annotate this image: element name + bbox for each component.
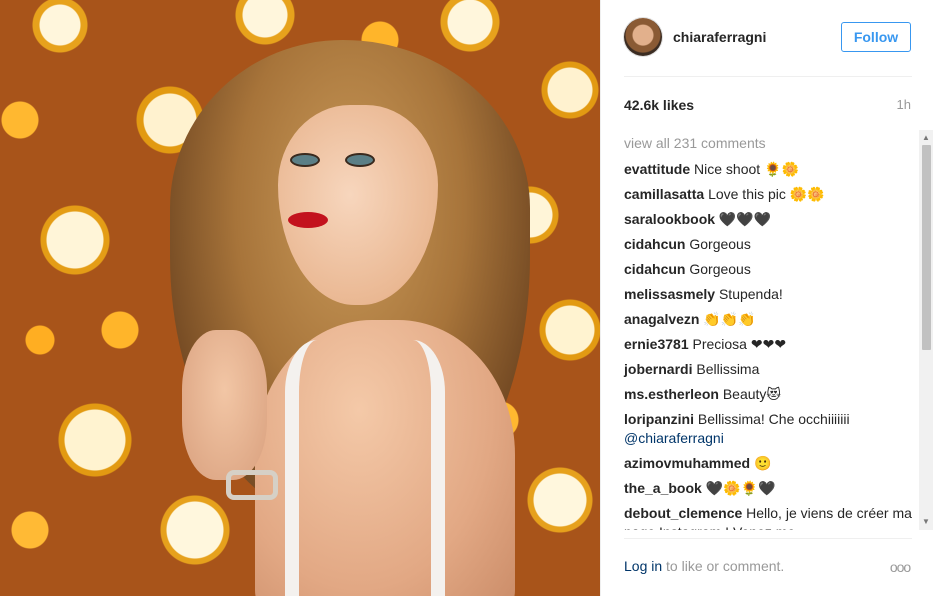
post-photo: [0, 0, 600, 596]
comment-text: 🙂: [753, 455, 772, 471]
comment-item: cidahcun Gorgeous: [624, 235, 914, 254]
post-timestamp[interactable]: 1h: [897, 97, 911, 112]
comment-mention-link[interactable]: @chiaraferragni: [624, 430, 724, 446]
comment-item: cidahcun Gorgeous: [624, 260, 914, 279]
comment-text: Bellissima: [696, 361, 760, 377]
header-divider: [624, 76, 912, 77]
photo-hand: [182, 330, 267, 480]
comment-item: anagalvezn 👏👏👏: [624, 310, 914, 329]
comment-text: Beauty😻: [722, 386, 782, 402]
comment-text: Nice shoot 🌻🌼: [694, 161, 799, 177]
comment-item: camillasatta Love this pic 🌼🌼: [624, 185, 914, 204]
photo-dress: [285, 340, 445, 596]
comment-text: Love this pic 🌼🌼: [708, 186, 825, 202]
comment-item: ms.estherleon Beauty😻: [624, 385, 914, 404]
photo-eye-right: [345, 153, 375, 167]
comment-item: ernie3781 Preciosa ❤❤❤: [624, 335, 914, 354]
comment-author[interactable]: saralookbook: [624, 211, 715, 227]
comment-author[interactable]: azimovmuhammed: [624, 455, 750, 471]
post-header: chiaraferragni Follow: [601, 0, 933, 76]
comment-text: Bellissima! Che occhiiiiiii: [697, 411, 850, 427]
comment-item: the_a_book 🖤🌼🌻🖤: [624, 479, 914, 498]
photo-bracelet: [226, 470, 278, 500]
scrollbar-thumb[interactable]: [922, 145, 931, 350]
comment-item: jobernardi Bellissima: [624, 360, 914, 379]
comment-text: Gorgeous: [689, 261, 751, 277]
profile-avatar[interactable]: [624, 18, 662, 56]
comment-text: Preciosa ❤❤❤: [692, 336, 787, 352]
comment-text: 🖤🌼🌻🖤: [705, 480, 776, 496]
login-prompt: Log in to like or comment.: [624, 558, 784, 574]
login-prompt-text: to like or comment.: [662, 558, 785, 574]
post-modal: chiaraferragni Follow 42.6k likes 1h vie…: [0, 0, 933, 596]
comment-item: melissasmely Stupenda!: [624, 285, 914, 304]
scroll-up-arrow-icon[interactable]: ▲: [920, 133, 932, 143]
comment-text: Stupenda!: [718, 286, 783, 302]
comment-author[interactable]: cidahcun: [624, 261, 685, 277]
post-side-panel: chiaraferragni Follow 42.6k likes 1h vie…: [600, 0, 933, 596]
comment-author[interactable]: debout_clemence: [624, 505, 742, 521]
comment-text: 👏👏👏: [703, 311, 756, 327]
view-all-comments-link[interactable]: view all 231 comments: [624, 135, 766, 151]
comment-author[interactable]: jobernardi: [624, 361, 692, 377]
comment-author[interactable]: melissasmely: [624, 286, 715, 302]
comment-item: evattitude Nice shoot 🌻🌼: [624, 160, 914, 179]
comment-author[interactable]: ernie3781: [624, 336, 689, 352]
scroll-down-arrow-icon[interactable]: ▼: [920, 517, 932, 527]
footer-divider: [624, 538, 912, 539]
comment-author[interactable]: ms.estherleon: [624, 386, 719, 402]
comment-author[interactable]: the_a_book: [624, 480, 702, 496]
comment-item: debout_clemence Hello, je viens de créer…: [624, 504, 914, 530]
comments-scroll-area[interactable]: view all 231 comments evattitude Nice sh…: [601, 130, 933, 530]
comment-text: 🖤🖤🖤: [718, 211, 772, 227]
comment-author[interactable]: loripanzini: [624, 411, 694, 427]
comment-author[interactable]: anagalvezn: [624, 311, 699, 327]
comment-author[interactable]: evattitude: [624, 161, 690, 177]
photo-eye-left: [290, 153, 320, 167]
photo-lips: [288, 212, 328, 228]
comment-item: saralookbook 🖤🖤🖤: [624, 210, 914, 229]
more-options-icon[interactable]: ooo: [887, 559, 913, 575]
login-link[interactable]: Log in: [624, 558, 662, 574]
username-link[interactable]: chiaraferragni: [673, 29, 766, 45]
comment-text: Gorgeous: [689, 236, 751, 252]
comment-author[interactable]: cidahcun: [624, 236, 685, 252]
comment-item: azimovmuhammed 🙂: [624, 454, 914, 473]
comments-list: evattitude Nice shoot 🌻🌼 camillasatta Lo…: [624, 160, 914, 530]
comment-author[interactable]: camillasatta: [624, 186, 704, 202]
likes-count[interactable]: 42.6k likes: [624, 97, 694, 113]
follow-button[interactable]: Follow: [841, 22, 911, 52]
comment-item: loripanzini Bellissima! Che occhiiiiiii @…: [624, 410, 914, 448]
